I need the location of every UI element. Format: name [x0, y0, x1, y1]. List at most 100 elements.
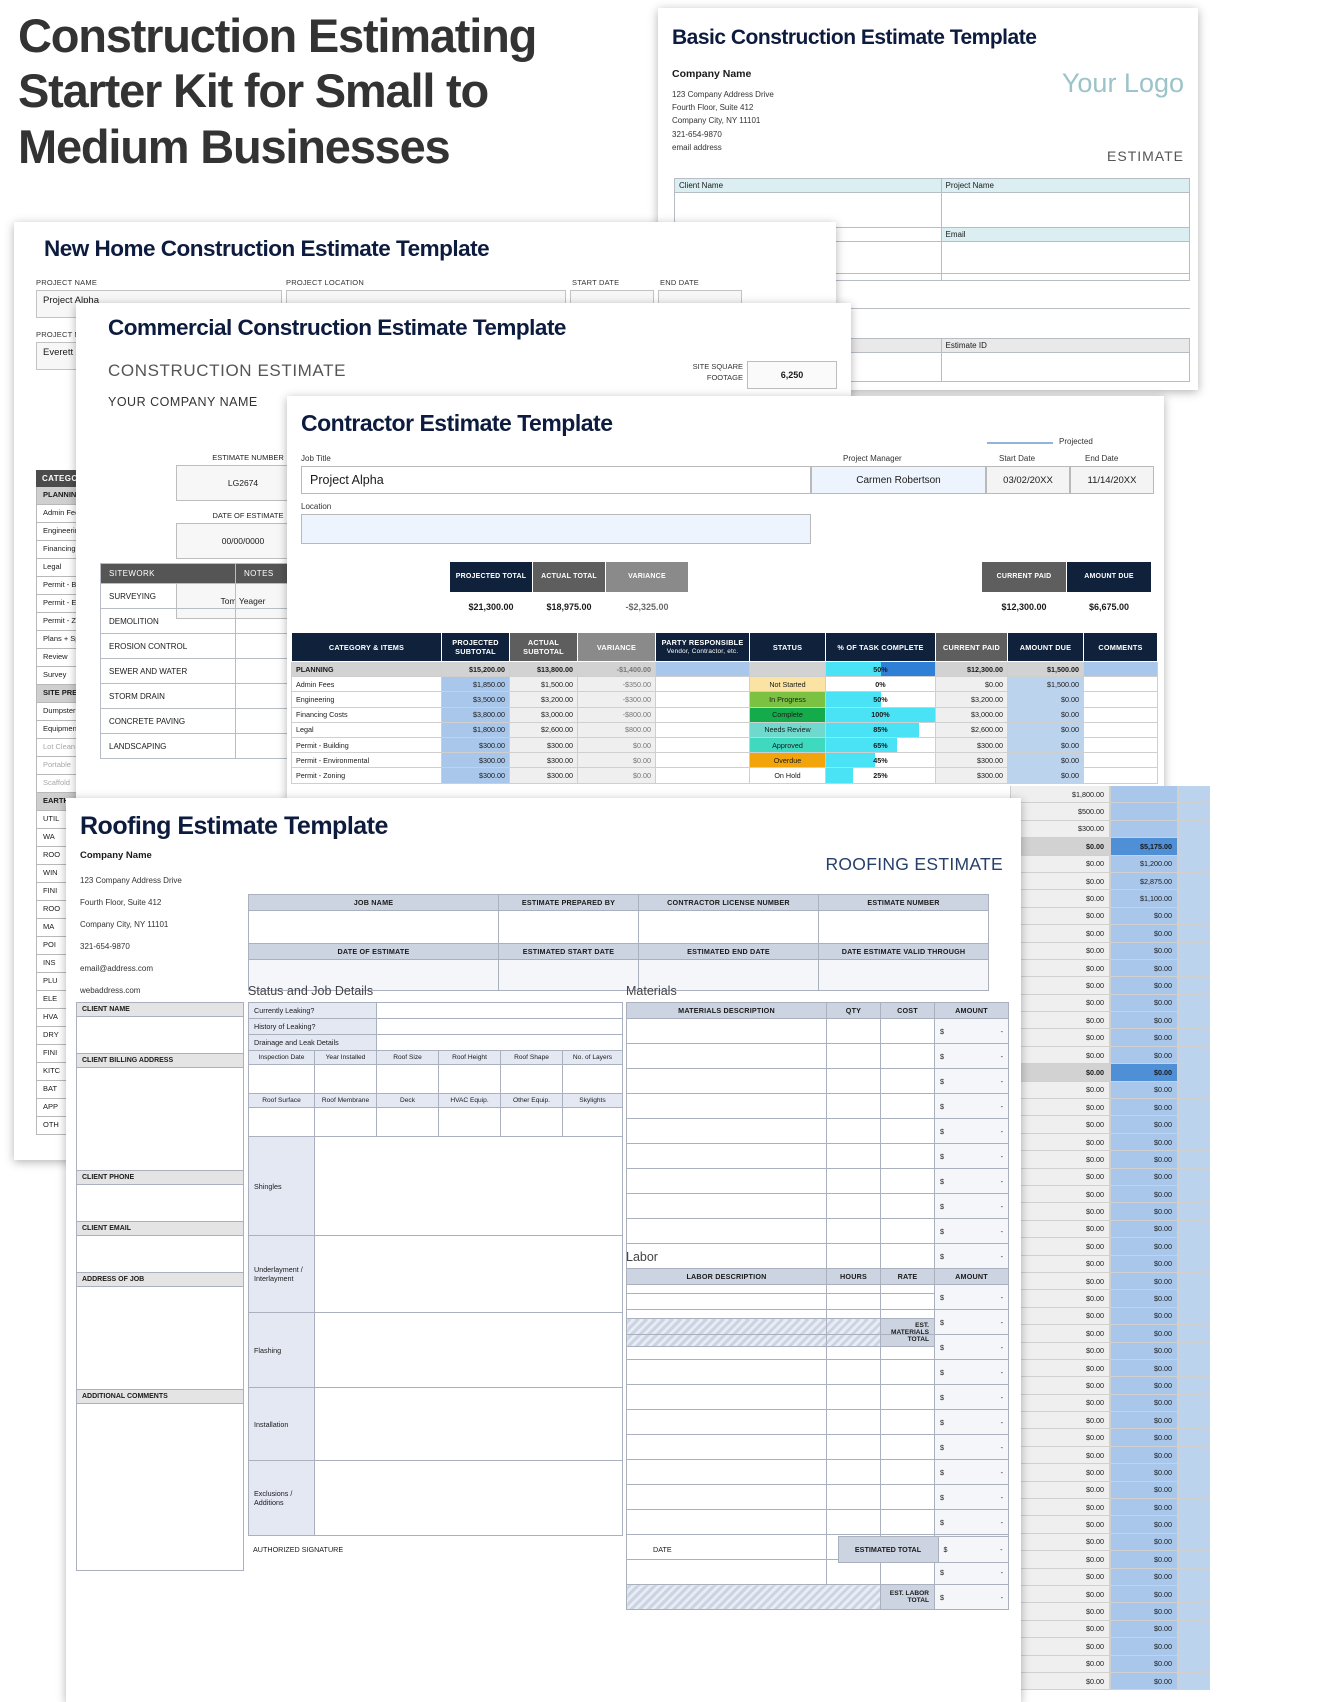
qty-cell[interactable]	[826, 1243, 881, 1269]
entry-row[interactable]: $-	[626, 1284, 1009, 1310]
status-cell[interactable]: Needs Review	[749, 721, 826, 738]
cost-cell[interactable]	[880, 1409, 935, 1435]
detail-value[interactable]	[314, 1107, 377, 1137]
cost-cell[interactable]	[880, 1309, 935, 1335]
detail-value[interactable]	[376, 1107, 439, 1137]
amount-cell[interactable]: $-	[934, 1334, 1009, 1360]
detail-value[interactable]	[562, 1107, 623, 1137]
status-cell[interactable]: Not Started	[749, 676, 826, 693]
roofing-estimate-template[interactable]: Roofing Estimate Template Company Name 1…	[66, 798, 1021, 1702]
amount-cell[interactable]: $-	[934, 1193, 1009, 1219]
qty-cell[interactable]	[826, 1218, 881, 1244]
table-cell[interactable]: $300.00	[509, 767, 578, 784]
table-cell[interactable]: $300.00	[935, 752, 1008, 769]
description-cell[interactable]	[626, 1068, 827, 1094]
estimated-total-value[interactable]: $ -	[937, 1536, 1009, 1563]
amount-cell[interactable]: $-	[934, 1459, 1009, 1485]
qty-cell[interactable]	[826, 1484, 881, 1510]
amount-cell[interactable]: $-	[934, 1484, 1009, 1510]
table-cell[interactable]	[1083, 752, 1158, 769]
amount-cell[interactable]: $-	[934, 1018, 1009, 1044]
qty-cell[interactable]	[826, 1434, 881, 1460]
description-cell[interactable]	[626, 1509, 827, 1535]
table-cell[interactable]	[655, 752, 750, 769]
status-cell[interactable]: Complete	[749, 706, 826, 723]
entry-row[interactable]: $-	[626, 1018, 1009, 1044]
description-cell[interactable]	[626, 1359, 827, 1385]
detail-value[interactable]	[248, 1107, 315, 1137]
entry-row[interactable]: $-	[626, 1359, 1009, 1385]
table-cell[interactable]: $3,200.00	[509, 691, 578, 708]
cell-job-name[interactable]	[248, 910, 499, 944]
table-cell[interactable]: $0.00	[577, 752, 656, 769]
amount-cell[interactable]: $-	[934, 1509, 1009, 1535]
input-start-date[interactable]: 03/02/20XX	[986, 466, 1070, 494]
status-cell[interactable]: On Hold	[749, 767, 826, 784]
qty-cell[interactable]	[826, 1168, 881, 1194]
amount-cell[interactable]: $-	[934, 1093, 1009, 1119]
qty-cell[interactable]	[826, 1068, 881, 1094]
table-cell[interactable]	[655, 767, 750, 784]
cell-estimate-id[interactable]	[940, 352, 1190, 382]
description-cell[interactable]	[626, 1284, 827, 1310]
entry-row[interactable]: $-	[626, 1409, 1009, 1435]
cost-cell[interactable]	[880, 1459, 935, 1485]
description-cell[interactable]	[626, 1193, 827, 1219]
entry-row[interactable]: $-	[626, 1143, 1009, 1169]
cost-cell[interactable]	[880, 1043, 935, 1069]
table-cell[interactable]: $300.00	[509, 736, 578, 754]
table-cell[interactable]: $1,800.00	[441, 721, 510, 738]
percent-complete-cell[interactable]: 100%	[825, 706, 936, 723]
big-row-value[interactable]	[314, 1460, 623, 1536]
detail-value[interactable]	[314, 1064, 377, 1094]
cell-email[interactable]	[940, 241, 1190, 281]
table-cell[interactable]: $2,600.00	[509, 721, 578, 738]
description-cell[interactable]	[626, 1459, 827, 1485]
table-cell[interactable]: $300.00	[935, 767, 1008, 784]
input-location[interactable]	[301, 514, 811, 544]
cost-cell[interactable]	[880, 1284, 935, 1310]
contractor-estimate-template[interactable]: Contractor Estimate Template Job Title P…	[287, 396, 1164, 801]
qty-cell[interactable]	[826, 1459, 881, 1485]
entry-row[interactable]: $-	[626, 1559, 1009, 1585]
cost-cell[interactable]	[880, 1243, 935, 1269]
table-cell[interactable]: $0.00	[1007, 767, 1084, 784]
roofing-signature-table[interactable]: AUTHORIZED SIGNATURE DATE ESTIMATED TOTA…	[248, 1536, 1009, 1563]
table-row[interactable]: Permit - Zoning $300.00 $300.00 $0.00 On Hol…	[291, 767, 1158, 784]
cost-cell[interactable]	[880, 1093, 935, 1119]
table-cell[interactable]	[1083, 691, 1158, 708]
table-cell[interactable]	[1083, 767, 1158, 784]
amount-cell[interactable]: $-	[934, 1118, 1009, 1144]
entry-row[interactable]: $-	[626, 1068, 1009, 1094]
qty-cell[interactable]	[826, 1118, 881, 1144]
status-detail-row[interactable]: History of Leaking?	[248, 1018, 623, 1035]
table-cell[interactable]: -$350.00	[577, 676, 656, 693]
table-cell[interactable]: Legal	[291, 721, 442, 738]
entry-row[interactable]: $-	[626, 1384, 1009, 1410]
table-cell[interactable]	[655, 660, 750, 678]
client-field-input[interactable]	[76, 1067, 244, 1171]
description-cell[interactable]	[626, 1484, 827, 1510]
table-cell[interactable]: $15,200.00	[441, 660, 510, 678]
table-cell[interactable]: $3,000.00	[509, 706, 578, 723]
table-cell[interactable]: $300.00	[441, 752, 510, 769]
description-cell[interactable]	[626, 1434, 827, 1460]
table-cell[interactable]: $0.00	[577, 767, 656, 784]
table-cell[interactable]: $13,800.00	[509, 660, 578, 678]
big-detail-row[interactable]: Exclusions / Additions	[248, 1460, 623, 1536]
status-detail-row[interactable]: Currently Leaking?	[248, 1002, 623, 1019]
cost-cell[interactable]	[880, 1359, 935, 1385]
contractor-items-table[interactable]: CATEGORY & ITEMS PROJECTED SUBTOTAL ACTUAL…	[291, 632, 1158, 784]
amount-cell[interactable]: $-	[934, 1409, 1009, 1435]
percent-complete-cell[interactable]: 25%	[825, 767, 936, 784]
client-field-value[interactable]	[76, 1184, 244, 1222]
input-job-title[interactable]: Project Alpha	[301, 466, 811, 494]
table-cell[interactable]: -$300.00	[577, 691, 656, 708]
table-cell[interactable]: -$800.00	[577, 706, 656, 723]
status-cell[interactable]: In Progress	[749, 691, 826, 708]
entry-row[interactable]: $-	[626, 1093, 1009, 1119]
cost-cell[interactable]	[880, 1168, 935, 1194]
amount-cell[interactable]: $-	[934, 1218, 1009, 1244]
table-row[interactable]: Permit - Building $300.00 $300.00 $0.00 Appr…	[291, 736, 1158, 754]
cost-cell[interactable]	[880, 1018, 935, 1044]
